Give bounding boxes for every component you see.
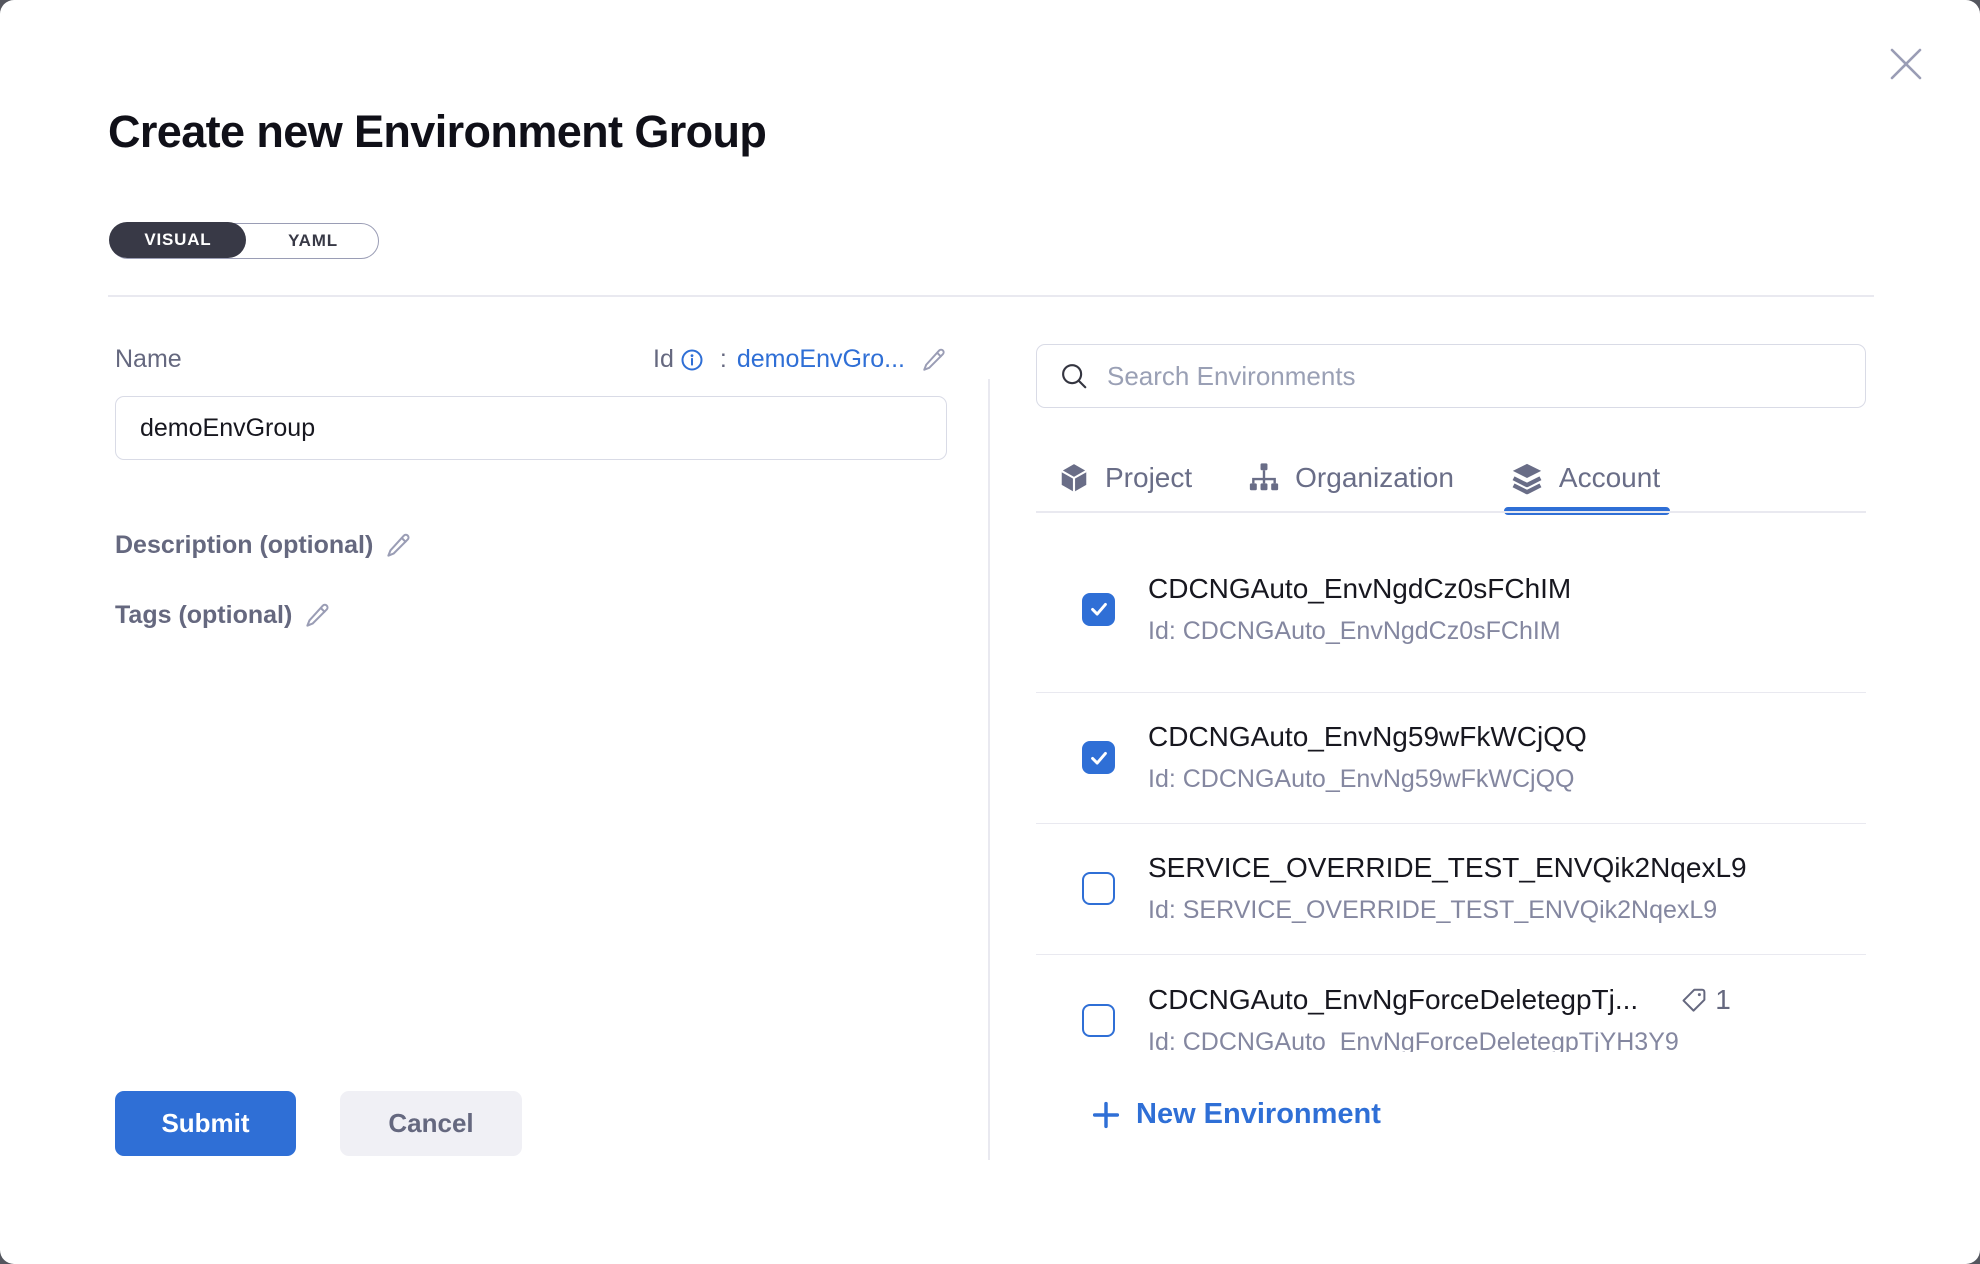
submit-button[interactable]: Submit — [115, 1091, 296, 1156]
new-environment-button[interactable]: New Environment — [1090, 1098, 1381, 1131]
environment-name: SERVICE_OVERRIDE_TEST_ENVQik2NqexL9 — [1148, 852, 1747, 884]
pane-divider — [988, 379, 990, 1160]
tab-project-label: Project — [1105, 462, 1192, 494]
environment-row[interactable]: CDCNGAuto_EnvNg59wFkWCjQQ Id: CDCNGAuto_… — [1036, 693, 1866, 824]
tab-organization-label: Organization — [1295, 462, 1454, 494]
header-divider — [108, 295, 1874, 297]
layers-icon — [1510, 461, 1544, 495]
environment-row[interactable]: SERVICE_OVERRIDE_TEST_ENVQik2NqexL9 Id: … — [1036, 824, 1866, 955]
tag-count: 1 — [1715, 984, 1731, 1016]
id-value-link[interactable]: demoEnvGro... — [737, 345, 905, 374]
page-title: Create new Environment Group — [108, 106, 766, 158]
environment-texts: CDCNGAuto_EnvNg59wFkWCjQQ Id: CDCNGAuto_… — [1148, 721, 1866, 794]
search-box — [1036, 344, 1866, 408]
environment-row[interactable]: CDCNGAuto_EnvNgdCz0sFChIM Id: CDCNGAuto_… — [1036, 513, 1866, 693]
tab-account-label: Account — [1559, 462, 1660, 494]
environment-id: Id: SERVICE_OVERRIDE_TEST_ENVQik2NqexL9 — [1148, 896, 1866, 925]
environment-row[interactable]: CDCNGAuto_EnvNgForceDeletegpTj... 1 Id: … — [1036, 955, 1866, 1052]
scope-tabs: Project Organization Account — [1036, 445, 1866, 511]
tab-project[interactable]: Project — [1058, 445, 1192, 511]
description-label: Description (optional) — [115, 531, 373, 560]
environment-checkbox[interactable] — [1082, 1004, 1115, 1037]
environment-name: CDCNGAuto_EnvNg59wFkWCjQQ — [1148, 721, 1587, 753]
close-icon[interactable] — [1886, 44, 1926, 84]
environment-checkbox[interactable] — [1082, 593, 1115, 626]
check-icon — [1088, 598, 1110, 620]
description-field[interactable]: Description (optional) — [115, 531, 412, 560]
id-cluster: Id : demoEnvGro... — [653, 345, 947, 374]
id-label: Id — [653, 345, 674, 374]
environment-name: CDCNGAuto_EnvNgdCz0sFChIM — [1148, 573, 1571, 605]
environment-checkbox[interactable] — [1082, 872, 1115, 905]
plus-icon — [1090, 1099, 1122, 1131]
tag-count-badge: 1 — [1680, 984, 1731, 1016]
id-colon: : — [720, 345, 727, 374]
environment-picker: Project Organization Account — [1036, 344, 1866, 1052]
tags-label: Tags (optional) — [115, 601, 292, 630]
toggle-yaml[interactable]: YAML — [248, 224, 378, 258]
name-id-row: Name Id : demoEnvGro... — [115, 345, 947, 374]
new-environment-label: New Environment — [1136, 1098, 1381, 1131]
search-input[interactable] — [1105, 360, 1843, 393]
environment-checkbox[interactable] — [1082, 741, 1115, 774]
create-environment-group-dialog: Create new Environment Group VISUAL YAML… — [0, 0, 1980, 1264]
tabs-divider — [1036, 511, 1866, 513]
edit-description-icon[interactable] — [385, 532, 412, 559]
cancel-button[interactable]: Cancel — [340, 1091, 522, 1156]
environment-texts: CDCNGAuto_EnvNgdCz0sFChIM Id: CDCNGAuto_… — [1148, 573, 1866, 646]
environment-texts: CDCNGAuto_EnvNgForceDeletegpTj... 1 Id: … — [1148, 984, 1866, 1052]
edit-id-icon[interactable] — [921, 347, 947, 373]
tab-organization[interactable]: Organization — [1248, 445, 1454, 511]
name-input[interactable] — [115, 396, 947, 460]
info-icon[interactable] — [680, 348, 704, 372]
search-icon — [1059, 361, 1089, 391]
check-icon — [1088, 747, 1110, 769]
environment-name: CDCNGAuto_EnvNgForceDeletegpTj... — [1148, 984, 1638, 1016]
tag-icon — [1680, 986, 1708, 1014]
environment-texts: SERVICE_OVERRIDE_TEST_ENVQik2NqexL9 Id: … — [1148, 852, 1866, 925]
edit-tags-icon[interactable] — [304, 602, 331, 629]
toggle-visual[interactable]: VISUAL — [109, 222, 246, 258]
visual-yaml-toggle: VISUAL YAML — [110, 223, 379, 259]
environment-id: Id: CDCNGAuto_EnvNgForceDeletegpTjYH3Y9 — [1148, 1028, 1866, 1052]
tags-field[interactable]: Tags (optional) — [115, 601, 331, 630]
environment-list: CDCNGAuto_EnvNgdCz0sFChIM Id: CDCNGAuto_… — [1036, 513, 1866, 1052]
cube-icon — [1058, 462, 1090, 494]
org-chart-icon — [1248, 462, 1280, 494]
tab-account[interactable]: Account — [1510, 445, 1660, 511]
environment-id: Id: CDCNGAuto_EnvNgdCz0sFChIM — [1148, 617, 1866, 646]
environment-id: Id: CDCNGAuto_EnvNg59wFkWCjQQ — [1148, 765, 1866, 794]
name-label: Name — [115, 345, 182, 374]
